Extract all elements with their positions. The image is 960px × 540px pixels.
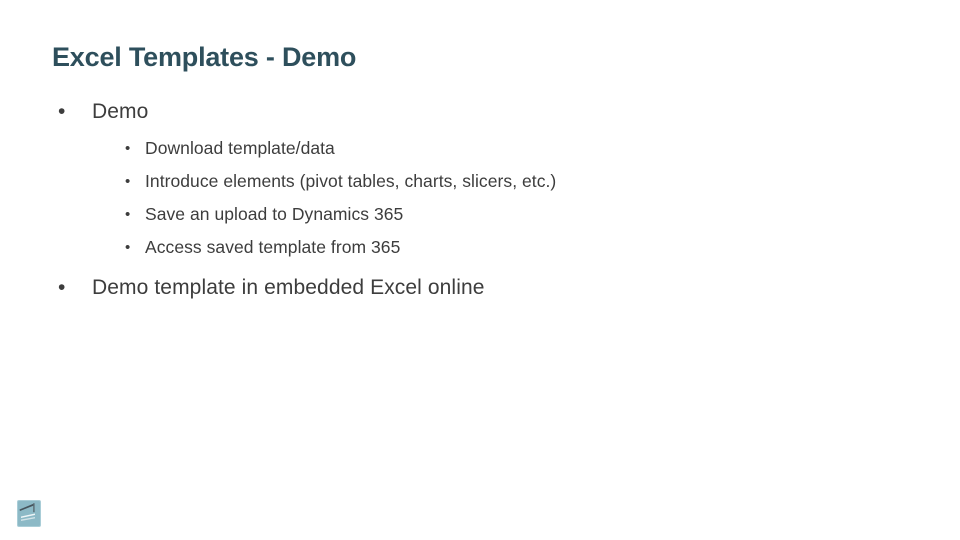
bullet-sublist: • Download template/data • Introduce ele… xyxy=(0,132,960,264)
bullet-label: Demo xyxy=(92,100,149,123)
bullet-dot-icon: • xyxy=(58,276,66,299)
bullet-item-level2: • Download template/data xyxy=(0,132,960,165)
bullet-label: Demo template in embedded Excel online xyxy=(92,276,485,299)
bullet-item-level2: • Introduce elements (pivot tables, char… xyxy=(0,165,960,198)
bullet-label: Save an upload to Dynamics 365 xyxy=(145,204,404,224)
bullet-dot-icon: • xyxy=(125,206,131,223)
presentation-slide: Excel Templates - Demo • Demo • Download… xyxy=(0,0,960,540)
bullet-item-level2: • Save an upload to Dynamics 365 xyxy=(0,198,960,231)
bullet-item-level1: • Demo template in embedded Excel online xyxy=(0,272,960,304)
page-title: Excel Templates - Demo xyxy=(52,42,357,72)
bullet-dot-icon: • xyxy=(125,239,131,256)
bullet-label: Access saved template from 365 xyxy=(145,237,401,257)
bullet-label: Introduce elements (pivot tables, charts… xyxy=(145,171,557,191)
bullet-item-level2: • Access saved template from 365 xyxy=(0,231,960,264)
slide-thumbnail-icon[interactable] xyxy=(17,500,41,527)
bullet-item-level1: • Demo xyxy=(0,96,960,128)
bullet-dot-icon: • xyxy=(58,100,66,123)
bullet-dot-icon: • xyxy=(125,140,131,157)
bullet-label: Download template/data xyxy=(145,138,335,158)
bullet-dot-icon: • xyxy=(125,173,131,190)
slide-body: • Demo • Download template/data • Introd… xyxy=(0,96,960,304)
